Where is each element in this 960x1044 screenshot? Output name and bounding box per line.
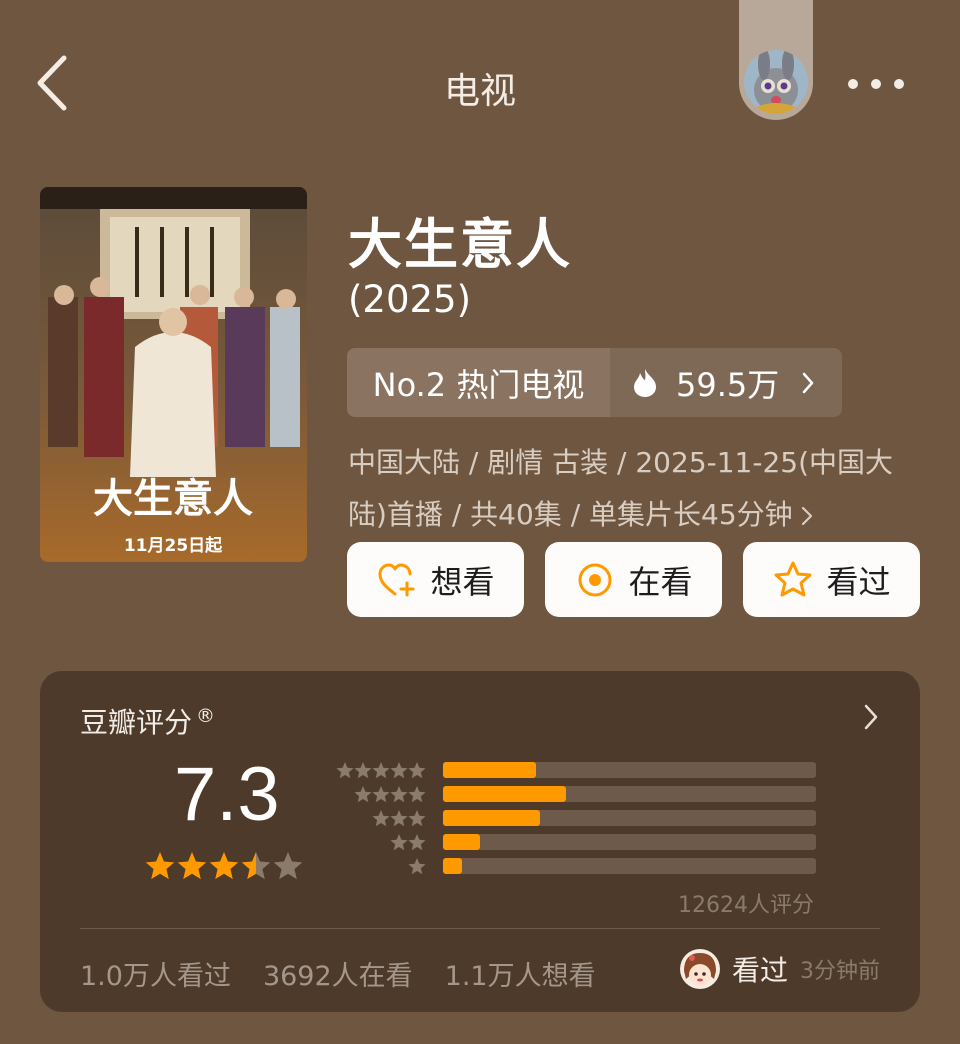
distribution-stars-icon (354, 786, 426, 803)
rating-label: 豆瓣评分 ® (80, 704, 216, 739)
rating-score: 7.3 (174, 752, 280, 837)
distribution-bar-fill (443, 810, 540, 826)
distribution-bar-track (443, 762, 816, 778)
star-outline-icon (774, 561, 812, 596)
poster-title-art: 大生意人 (93, 475, 253, 522)
registered-mark: ® (196, 704, 216, 727)
recent-action: 看过 (731, 954, 788, 987)
watching-button[interactable]: 在看 (545, 542, 722, 617)
distribution-stars-icon (336, 762, 426, 779)
want-to-watch-button[interactable]: 想看 (347, 542, 524, 617)
distribution-bar-track (443, 858, 816, 874)
distribution-stars-icon (390, 834, 426, 851)
distribution-bar-fill (443, 858, 462, 874)
heat-section: 59.5万 (610, 348, 842, 417)
top-bar: 电视 (0, 0, 960, 170)
want-count[interactable]: 1.1万人想看 (445, 954, 596, 993)
distribution-bar-fill (443, 834, 481, 850)
star-icon (273, 852, 303, 880)
friend-avatar (679, 949, 720, 989)
distribution-bar-track (443, 786, 816, 802)
distribution-bar-fill (443, 762, 537, 778)
distribution-row (336, 831, 816, 855)
distribution-row (336, 855, 816, 879)
rating-distribution (336, 759, 816, 879)
star-icon (241, 852, 271, 880)
watched-button[interactable]: 看过 (743, 542, 920, 617)
rating-stars (145, 852, 303, 880)
show-meta-info[interactable]: 中国大陆 / 剧情 古装 / 2025-11-25(中国大陆)首播 / 共40集… (348, 437, 908, 541)
watched-count[interactable]: 1.0万人看过 (80, 954, 231, 993)
rating-count: 12624人评分 (678, 893, 814, 918)
recent-activity[interactable]: 看过 3分钟前 (679, 949, 880, 989)
chevron-right-icon (801, 506, 812, 526)
rank-label: No.2 热门电视 (347, 348, 610, 417)
show-title: 大生意人 (348, 213, 572, 276)
chevron-right-icon[interactable] (862, 703, 880, 731)
want-label: 想看 (430, 562, 495, 601)
watching-count[interactable]: 3692人在看 (263, 954, 413, 993)
show-poster[interactable]: 大生意人 11月25日起 (40, 187, 307, 562)
star-icon (209, 852, 239, 880)
distribution-bar-fill (443, 786, 567, 802)
more-options-icon[interactable] (845, 66, 907, 102)
chevron-right-icon (803, 372, 814, 393)
rank-badge[interactable]: No.2 热门电视 59.5万 (347, 348, 842, 417)
distribution-bar-track (443, 834, 816, 850)
distribution-row (336, 807, 816, 831)
recent-time: 3分钟前 (800, 959, 880, 984)
fire-icon (634, 368, 656, 397)
poster-date-tag: 11月25日起 (124, 535, 223, 556)
star-icon (177, 852, 207, 880)
star-icon (145, 852, 175, 880)
distribution-stars-icon (408, 858, 426, 875)
divider (80, 928, 880, 929)
distribution-row (336, 759, 816, 783)
heart-plus-icon (378, 563, 415, 596)
watched-label: 看过 (826, 562, 891, 601)
watching-label: 在看 (628, 562, 693, 601)
distribution-stars-icon (372, 810, 426, 827)
user-avatar[interactable] (744, 50, 808, 114)
rating-card[interactable]: 豆瓣评分 ® 7.3 12624人评分 1.0万人看过 3692人在看 1.1万人… (40, 671, 920, 1012)
show-year: (2025) (348, 278, 472, 321)
heat-value: 59.5万 (676, 365, 780, 404)
distribution-bar-track (443, 810, 816, 826)
watch-stats: 1.0万人看过 3692人在看 1.1万人想看 (80, 954, 596, 993)
page-title: 电视 (443, 71, 516, 112)
target-icon (578, 563, 612, 596)
distribution-row (336, 783, 816, 807)
